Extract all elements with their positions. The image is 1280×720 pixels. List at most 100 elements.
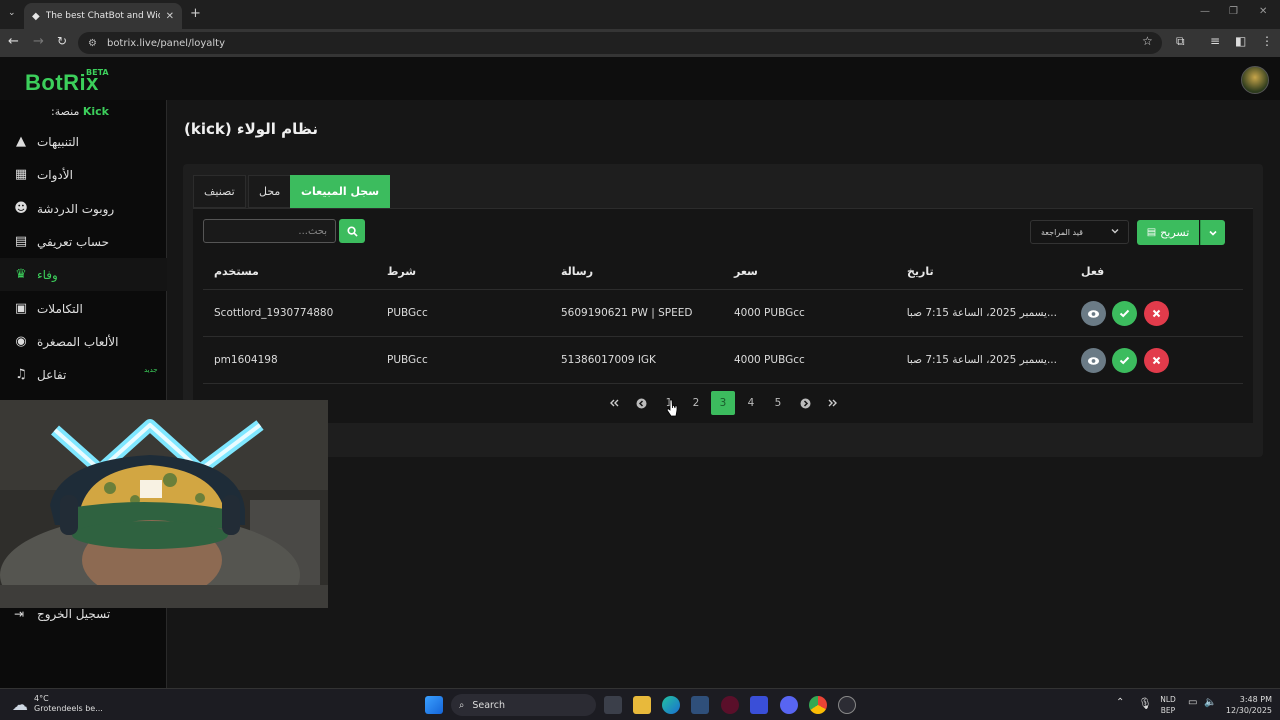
clock-time: 3:48 PM [1239,695,1272,704]
view-button[interactable] [1081,348,1106,373]
new-tab-icon[interactable]: + [190,6,201,21]
last-page-button[interactable] [821,391,845,415]
reject-button[interactable] [1144,301,1169,326]
close-window-icon[interactable]: ✕ [1259,6,1267,17]
language-bottom: BEP [1160,706,1176,715]
column-header-price[interactable]: سعر [734,265,758,278]
close-tab-icon[interactable]: ✕ [166,11,174,22]
column-header-message[interactable]: رسالة [561,265,593,278]
reload-icon[interactable]: ↻ [57,34,67,48]
page-button[interactable]: 4 [739,391,763,415]
approve-button[interactable] [1112,348,1137,373]
opera-icon[interactable] [721,696,739,714]
back-icon[interactable]: ← [8,34,19,49]
user-avatar[interactable] [1241,66,1269,94]
network-icon[interactable]: ▭ [1188,697,1197,708]
minimize-icon[interactable]: — [1200,6,1210,17]
first-page-button[interactable] [602,391,626,415]
sidebar-item-chatbot[interactable]: ☻ روبوت الدردشة [0,192,167,225]
chevron-down-icon [1209,230,1217,236]
store-icon[interactable] [691,696,709,714]
weather-desc: Grotendeels be... [34,704,103,713]
previous-page-button[interactable] [629,391,653,415]
app-icon[interactable] [838,696,856,714]
logout-button[interactable]: ⇥ تسجيل الخروج [0,604,167,626]
cell-message: 51386017009 IGK [561,354,656,366]
chevron-up-icon[interactable]: ⌃ [1116,697,1124,708]
sidebar-item-label: حساب تعريفي [37,234,110,249]
search-input[interactable] [203,219,336,243]
language-indicator[interactable]: NLD BEP [1154,694,1182,716]
page-button[interactable]: 5 [766,391,790,415]
system-clock[interactable]: 3:48 PM 12/30/2025 [1222,694,1272,716]
check-icon [1119,356,1130,365]
view-button[interactable] [1081,301,1106,326]
file-explorer-icon[interactable] [633,696,651,714]
sidebar-item-label: التنبيهات [37,134,79,149]
sidebar-item-tools[interactable]: ▦ الأدوات [0,158,167,191]
taskbar-search[interactable]: ⌕ Search [451,694,596,716]
tab-ranking[interactable]: تصنيف [193,175,246,208]
next-page-button[interactable] [793,391,817,415]
close-icon [1152,356,1161,365]
platform-value: Kick [82,105,109,118]
close-icon [1152,309,1161,318]
webcam-image [0,400,328,608]
sidebar-item-minigames[interactable]: ◉ الألعاب المصغرة [0,325,167,358]
search-button[interactable] [339,219,365,243]
approve-button[interactable] [1112,301,1137,326]
export-dropdown-button[interactable] [1200,220,1225,245]
browser-tab[interactable]: ◆ The best ChatBot and Widgets ✕ [24,3,182,29]
windows-start-icon[interactable] [425,696,443,714]
browser-menu-icon[interactable]: ⋮ [1261,34,1273,48]
address-bar: ← → ↻ ⚙ botrix.live/panel/loyalty ☆ ⧉ ≡ … [0,29,1280,57]
edge-icon[interactable] [662,696,680,714]
webcam-overlay [0,400,328,608]
task-view-icon[interactable] [604,696,622,714]
mouse-cursor-icon [666,399,678,417]
page-button-current[interactable]: 3 [711,391,735,415]
sidebar-item-label: وفاء [37,267,58,282]
eye-icon [1087,309,1100,318]
export-button[interactable]: ▤ تسريح [1137,220,1199,245]
sidebar-item-alerts[interactable]: ▲ التنبيهات [0,125,167,158]
cell-user: Scottlord_1930774880 [214,307,334,319]
chrome-icon[interactable] [809,696,827,714]
microphone-icon[interactable]: 🎙 [1138,697,1152,710]
sidebar-item-integrations[interactable]: ▣ التكاملات [0,292,167,325]
column-header-date[interactable]: تاريخ [907,265,934,278]
app-icon[interactable] [750,696,768,714]
filter-value: قيد المراجعة [1041,227,1083,237]
reject-button[interactable] [1144,348,1169,373]
app-header: BotRix BETA [0,57,1280,100]
cell-user: pm1604198 [214,354,278,366]
double-chevron-left-icon [610,399,619,407]
forward-icon[interactable]: → [33,34,44,49]
chevron-right-circle-icon [800,398,810,408]
status-filter-select[interactable]: قيد المراجعة [1030,220,1129,244]
warning-icon: ▲ [16,133,26,149]
tab-shop[interactable]: محل [248,175,292,208]
bookmark-star-icon[interactable]: ☆ [1142,34,1153,48]
music-icon: ♫ [15,366,27,382]
discord-icon[interactable] [780,696,798,714]
tab-sales-log[interactable]: سجل المبيعات [290,175,391,208]
sidebar-item-loyalty[interactable]: ♛ وفاء [0,258,167,291]
volume-icon[interactable]: 🔈 [1204,697,1216,708]
weather-widget[interactable]: ☁ 4°C Grotendeels be... [12,694,103,714]
tab-list-icon[interactable]: ⌄ [8,8,16,18]
page-button[interactable]: 2 [684,391,708,415]
logout-label: تسجيل الخروج [37,607,111,621]
table-icon: ▦ [14,166,28,182]
column-header-condition[interactable]: شرط [387,265,416,278]
extensions-icon[interactable]: ⧉ [1176,34,1185,49]
media-icon[interactable]: ≡ [1210,34,1220,48]
url-field[interactable]: ⚙ botrix.live/panel/loyalty [78,32,1162,54]
site-info-icon[interactable]: ⚙ [88,38,97,49]
sidebar-item-profile[interactable]: ▤ حساب تعريفي [0,225,167,258]
restore-icon[interactable]: ❐ [1229,6,1238,17]
file-icon: ▤ [1146,227,1157,238]
profile-extension-icon[interactable]: ◧ [1235,34,1246,48]
sidebar-item-interaction[interactable]: ♫ تفاعل [0,358,167,391]
column-header-user[interactable]: مستخدم [214,265,259,278]
